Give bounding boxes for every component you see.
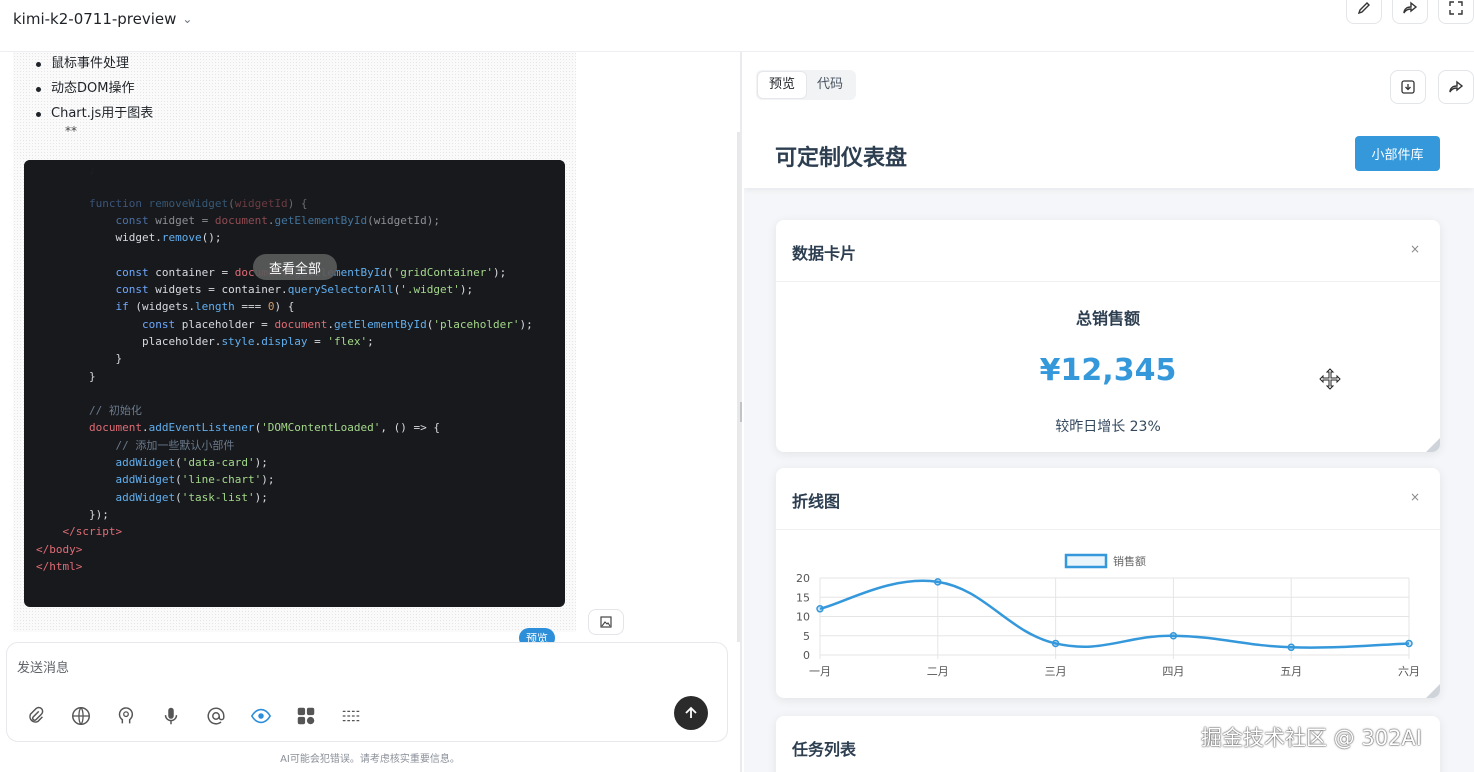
paperclip-icon [29,706,44,723]
preview-frame: 可定制仪表盘 小部件库 数据卡片 × 总销售额 ¥12,345 较昨日增长 23… [744,118,1474,772]
y-tick-label: 20 [796,572,810,585]
mic-icon [164,707,178,725]
data-point [816,605,824,613]
series-line [819,579,1410,649]
x-tick-label: 五月 [1280,665,1302,678]
download-icon [1401,80,1415,94]
fullscreen-button[interactable] [1438,0,1474,24]
brain-icon [118,707,134,724]
widget-title: 任务列表 [792,740,857,759]
resize-handle[interactable] [1426,684,1440,698]
arrow-up-icon [685,706,697,718]
watermark: 掘金技术社区 @ 302AI [1201,726,1422,750]
line-chart-widget[interactable]: 折线图 × 0 5 10 15 20 一月 二月 三月 四月 五月 六月 销售额 [776,468,1440,698]
sliders-icon [342,710,360,722]
view-all-button[interactable]: 查看全部 [253,254,337,280]
input-placeholder[interactable]: 发送消息 [17,657,69,676]
markdown-stars: ** [65,124,77,138]
resize-handle[interactable] [1426,438,1440,452]
y-tick-label: 5 [803,630,810,643]
preview-toggle-button[interactable] [246,703,276,729]
preview-panel: 预览 代码 可定制仪表盘 小部件库 数据卡片 × 总销售额 ¥12,345 较昨… [742,52,1474,772]
share-icon [1449,80,1464,93]
x-tick-label: 二月 [927,665,949,678]
settings-button[interactable] [336,703,366,729]
close-icon[interactable]: × [1410,490,1420,504]
x-tick-label: 三月 [1045,665,1067,678]
close-icon[interactable]: × [1410,242,1420,256]
data-point [1051,639,1060,648]
data-point [934,578,942,586]
data-card-widget[interactable]: 数据卡片 × 总销售额 ¥12,345 较昨日增长 23% [776,220,1440,452]
x-tick-label: 四月 [1162,665,1184,678]
list-item: 鼠标事件处理 [35,54,153,79]
edit-icon [1357,2,1370,15]
model-selector[interactable]: kimi-k2-0711-preview ⌄ [13,10,192,28]
apps-icon [297,707,315,725]
voice-button[interactable] [156,703,186,729]
disclaimer-text: AI可能会犯错误。请考虑核实重要信息。 [280,754,460,765]
legend-label: 销售额 [1113,554,1146,568]
widget-title: 数据卡片 [792,244,857,263]
y-tick-label: 15 [796,591,810,604]
eye-icon [250,708,272,724]
move-cursor-icon [1319,368,1341,390]
share-icon [1403,1,1418,14]
feature-list: 鼠标事件处理 动态DOM操作 Chart.js用于图表 [35,54,153,129]
message-input[interactable]: 发送消息 [6,642,728,742]
at-icon [207,707,225,725]
data-point [1169,632,1178,640]
kpi-subtext: 较昨日增长 23% [1055,419,1161,435]
share-button[interactable] [1392,0,1428,24]
download-button[interactable] [1390,70,1426,104]
send-button[interactable] [674,696,708,730]
model-name: kimi-k2-0711-preview [13,10,177,28]
widget-title: 折线图 [792,492,841,511]
web-search-button[interactable] [66,703,96,729]
code-block[interactable]: } function removeWidget(widgetId) { cons… [24,160,565,607]
legend-swatch [1064,553,1108,569]
tab-preview[interactable]: 预览 [758,72,807,98]
x-tick-label: 六月 [1398,665,1420,678]
top-bar: kimi-k2-0711-preview ⌄ [0,0,1474,52]
data-point [1405,639,1413,648]
share-preview-button[interactable] [1438,70,1474,104]
attach-button[interactable] [21,703,51,729]
list-item: 动态DOM操作 [35,79,153,104]
kpi-label: 总销售额 [1075,309,1140,328]
chat-panel: 鼠标事件处理 动态DOM操作 Chart.js用于图表 ** } functio… [0,52,740,772]
line-chart: 0 5 10 15 20 一月 二月 三月 四月 五月 六月 销售额 [796,553,1420,678]
fullscreen-icon [1449,1,1463,15]
widget-library-button[interactable]: 小部件库 [1355,136,1440,171]
globe-icon [72,707,90,725]
image-action-button[interactable] [588,609,624,635]
tab-code[interactable]: 代码 [806,72,854,98]
image-icon [600,616,612,628]
y-tick-label: 0 [803,649,810,662]
y-tick-label: 10 [796,611,810,624]
preview-tabs: 预览 代码 [756,70,857,100]
chevron-down-icon: ⌄ [182,12,193,26]
reasoning-button[interactable] [111,703,141,729]
dashboard-header: 可定制仪表盘 小部件库 [744,118,1474,188]
edit-button[interactable] [1346,0,1382,24]
apps-button[interactable] [291,703,321,729]
x-tick-label: 一月 [809,665,831,678]
data-point [1287,643,1295,652]
dashboard-title: 可定制仪表盘 [775,146,908,171]
mention-button[interactable] [201,703,231,729]
